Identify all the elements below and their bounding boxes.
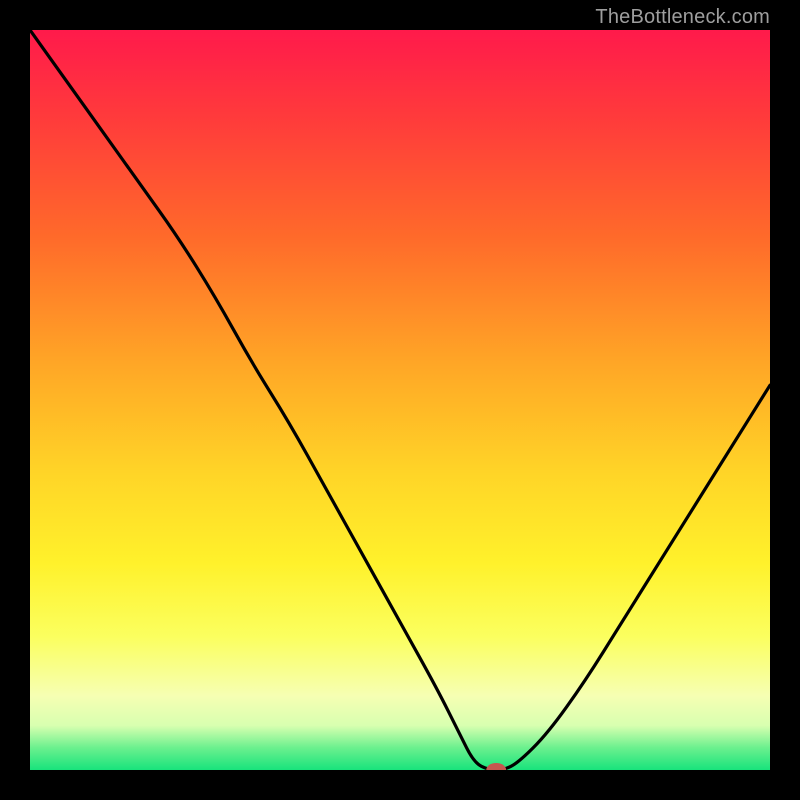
bottleneck-curve: [30, 30, 770, 770]
attribution-text: TheBottleneck.com: [595, 6, 770, 29]
plot-area: [30, 30, 770, 770]
curve-layer: [30, 30, 770, 770]
chart-frame: TheBottleneck.com: [0, 0, 800, 800]
minimum-marker: [486, 763, 506, 770]
